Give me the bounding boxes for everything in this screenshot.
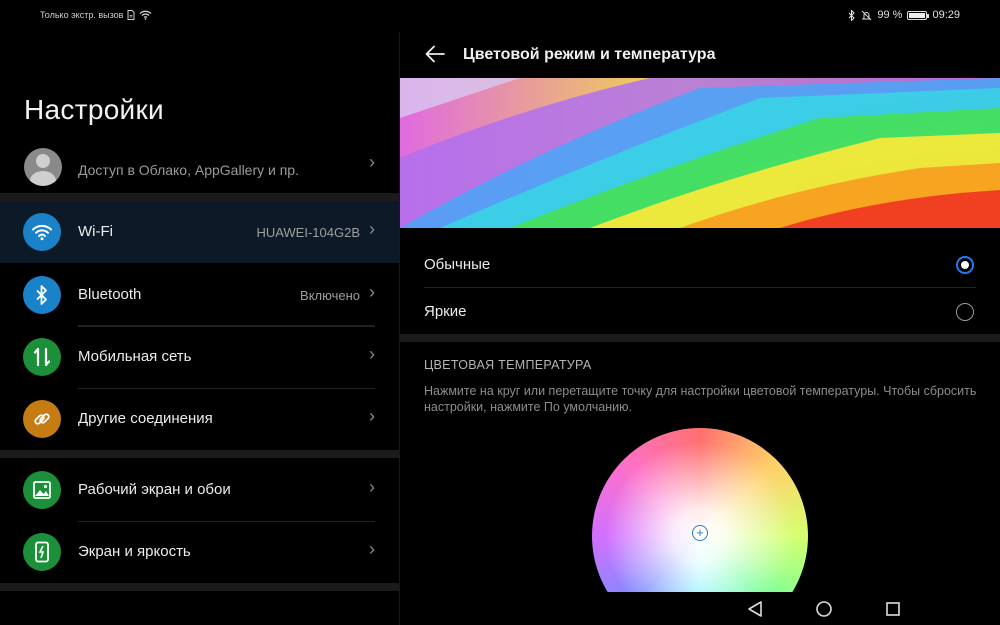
- chevron-right-icon: ›: [369, 539, 375, 559]
- account-subtitle: Доступ в Облако, AppGallery и пр.: [78, 162, 299, 178]
- sidebar-item-label: Мобильная сеть: [78, 348, 192, 365]
- link-icon: [23, 400, 61, 438]
- mode-option-normal[interactable]: Обычные: [400, 242, 1000, 288]
- sidebar-item-wifi[interactable]: Wi-Fi HUAWEI-104G2B ›: [0, 201, 399, 263]
- chevron-right-icon: ›: [369, 406, 375, 426]
- sim-icon: [127, 10, 135, 20]
- status-bar: Только экстр. вызов 99 % 09:29: [0, 0, 1000, 32]
- back-arrow-icon[interactable]: [424, 44, 446, 64]
- section-title: ЦВЕТОВАЯ ТЕМПЕРАТУРА: [424, 358, 592, 372]
- sidebar-item-label: Wi-Fi: [78, 223, 113, 240]
- sidebar-item-home-screen[interactable]: Рабочий экран и обои ›: [0, 459, 399, 521]
- color-mode-preview-image: [400, 78, 1000, 228]
- sidebar-item-label: Рабочий экран и обои: [78, 481, 231, 498]
- chevron-right-icon: ›: [369, 477, 375, 497]
- recents-nav-icon[interactable]: [883, 599, 903, 619]
- wifi-network-name: HUAWEI-104G2B: [256, 225, 360, 240]
- wifi-signal-icon: [139, 10, 152, 20]
- chevron-right-icon: ›: [369, 152, 375, 172]
- chevron-right-icon: ›: [369, 344, 375, 364]
- settings-panel: Настройки Доступ в Облако, AppGallery и …: [0, 32, 399, 625]
- color-temperature-description: Нажмите на круг или перетащите точку для…: [424, 384, 977, 414]
- bluetooth-icon: [23, 276, 61, 314]
- mode-option-vivid[interactable]: Яркие: [400, 289, 1000, 335]
- battery-fill: [909, 12, 926, 18]
- display-icon: [23, 533, 61, 571]
- wifi-icon: [23, 213, 61, 251]
- mute-icon: [862, 10, 872, 20]
- wallpaper-icon: [23, 471, 61, 509]
- battery-icon: [907, 10, 930, 20]
- bluetooth-status: Включено: [300, 288, 360, 303]
- sidebar-item-display[interactable]: Экран и яркость ›: [0, 521, 399, 583]
- section-divider: [400, 334, 1000, 342]
- section-divider: [0, 193, 399, 201]
- radio-unselected[interactable]: [956, 303, 974, 321]
- section-divider: [0, 450, 399, 458]
- back-nav-icon[interactable]: [746, 599, 766, 619]
- row-divider: [78, 326, 375, 327]
- mode-label: Обычные: [424, 256, 491, 273]
- status-right: 99 % 09:29: [848, 9, 960, 21]
- wheel-handle[interactable]: +: [692, 525, 708, 541]
- status-left: Только экстр. вызов: [40, 10, 152, 20]
- mode-label: Яркие: [424, 303, 467, 320]
- section-divider: [0, 583, 399, 591]
- row-divider: [78, 521, 375, 522]
- bluetooth-status-icon: [849, 9, 856, 21]
- color-mode-panel: Цветовой режим и температура Обычные Ярк…: [400, 32, 1000, 625]
- carrier-text: Только экстр. вызов: [40, 10, 124, 20]
- chevron-right-icon: ›: [369, 219, 375, 239]
- battery-percent: 99 %: [877, 9, 903, 21]
- mobile-data-icon: [23, 338, 61, 376]
- radio-selected[interactable]: [956, 256, 974, 274]
- home-nav-icon[interactable]: [814, 599, 834, 619]
- sidebar-item-mobile-network[interactable]: Мобильная сеть ›: [0, 326, 399, 388]
- navigation-bar: [400, 592, 1000, 625]
- detail-title: Цветовой режим и температура: [463, 46, 716, 63]
- account-row[interactable]: Доступ в Облако, AppGallery и пр. ›: [0, 142, 399, 192]
- option-divider: [424, 287, 976, 288]
- chevron-right-icon: ›: [369, 282, 375, 302]
- sidebar-item-other-connections[interactable]: Другие соединения ›: [0, 388, 399, 450]
- sidebar-item-label: Экран и яркость: [78, 543, 191, 560]
- page-title: Настройки: [24, 94, 164, 125]
- avatar: [24, 148, 62, 186]
- row-divider: [78, 388, 375, 389]
- sidebar-item-label: Другие соединения: [78, 410, 213, 427]
- clock: 09:29: [932, 9, 960, 21]
- sidebar-item-bluetooth[interactable]: Bluetooth Включено ›: [0, 264, 399, 326]
- sidebar-item-label: Bluetooth: [78, 286, 142, 303]
